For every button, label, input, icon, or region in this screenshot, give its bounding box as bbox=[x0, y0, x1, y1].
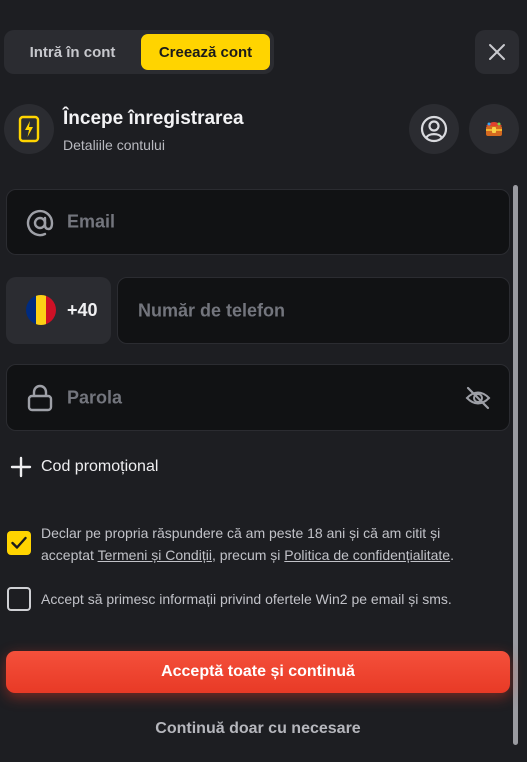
eye-off-icon[interactable] bbox=[465, 386, 491, 410]
terms-link[interactable]: Termeni și Condiții bbox=[98, 547, 212, 563]
age-consent-text: Declar pe propria răspundere că am peste… bbox=[41, 522, 491, 566]
profile-button[interactable] bbox=[409, 104, 459, 154]
password-placeholder: Parola bbox=[67, 387, 123, 407]
treasure-chest-icon bbox=[486, 122, 502, 136]
bolt-badge bbox=[4, 104, 54, 154]
promo-code-toggle[interactable]: Cod promoțional bbox=[10, 454, 158, 480]
user-icon bbox=[420, 115, 448, 143]
romania-flag-icon bbox=[26, 295, 56, 325]
age-consent-text-after: . bbox=[450, 547, 454, 563]
promo-code-label: Cod promoțional bbox=[41, 458, 159, 475]
password-field[interactable]: Parola bbox=[6, 364, 510, 431]
checkmark-icon bbox=[11, 536, 27, 549]
tab-login[interactable]: Intră în cont bbox=[8, 34, 137, 70]
necessary-only-button[interactable]: Continuă doar cu necesare bbox=[6, 712, 510, 746]
accept-all-button[interactable]: Acceptă toate și continuă bbox=[6, 651, 510, 693]
lock-icon bbox=[27, 384, 53, 412]
email-placeholder: Email bbox=[67, 211, 116, 232]
page-title: Începe înregistrarea bbox=[63, 108, 244, 129]
email-field[interactable]: Email bbox=[6, 189, 510, 255]
scrollbar[interactable] bbox=[513, 185, 518, 745]
rewards-button[interactable] bbox=[469, 104, 519, 154]
at-sign-icon bbox=[26, 209, 54, 237]
age-consent-checkbox[interactable] bbox=[7, 531, 31, 555]
lightning-bolt-icon bbox=[18, 115, 40, 143]
tab-register[interactable]: Creează cont bbox=[141, 34, 270, 70]
age-consent-text-middle: , precum și bbox=[211, 547, 285, 563]
registration-header: Începe înregistrarea Detaliile contului bbox=[4, 104, 519, 156]
close-icon bbox=[489, 44, 505, 60]
marketing-consent-checkbox[interactable] bbox=[7, 587, 31, 611]
country-code: +40 bbox=[67, 300, 98, 320]
page-subtitle: Detaliile contului bbox=[63, 137, 165, 153]
marketing-consent-text: Accept să primesc informații privind ofe… bbox=[41, 591, 452, 607]
auth-tabs: Intră în cont Creează cont bbox=[4, 30, 274, 74]
close-button[interactable] bbox=[475, 30, 519, 74]
phone-field[interactable]: Număr de telefon bbox=[117, 277, 510, 344]
phone-placeholder: Număr de telefon bbox=[138, 300, 286, 320]
privacy-policy-link[interactable]: Politica de confidențialitate bbox=[284, 547, 450, 563]
country-code-select[interactable]: +40 bbox=[6, 277, 111, 344]
plus-icon bbox=[10, 456, 32, 478]
